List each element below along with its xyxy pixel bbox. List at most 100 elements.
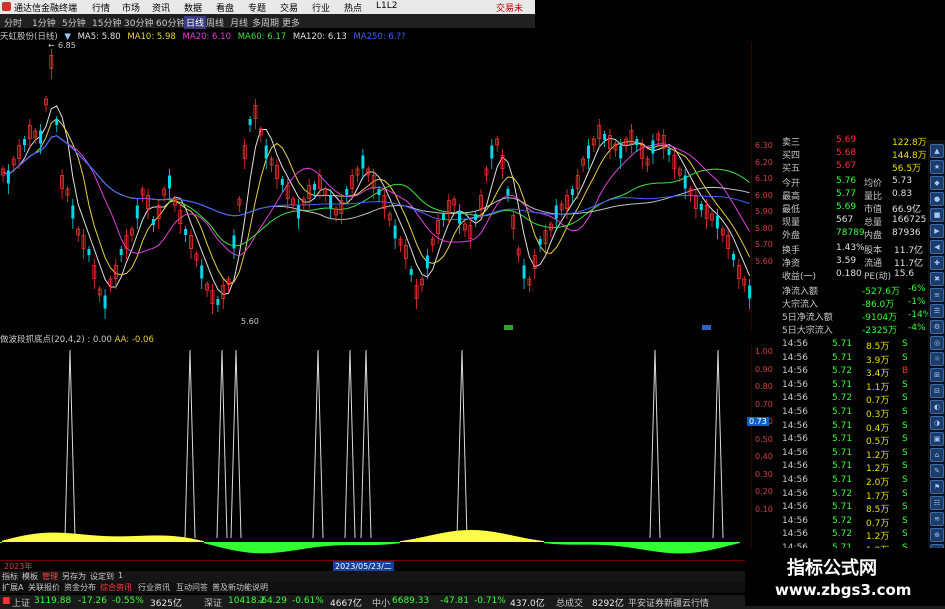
period-15min[interactable]: 15分钟 xyxy=(92,16,121,29)
indicator-bar xyxy=(494,532,496,542)
indicator-bar xyxy=(650,542,652,551)
menu-topic[interactable]: 专题 xyxy=(248,1,266,14)
toolbar-tool-icon[interactable]: ◀ xyxy=(930,240,944,254)
menu-data[interactable]: 数据 xyxy=(184,1,202,14)
menu-hot[interactable]: 热点 xyxy=(344,1,362,14)
menu-news[interactable]: 资讯 xyxy=(152,1,170,14)
tab-related[interactable]: 关联报价 xyxy=(28,582,60,593)
toolbar-tool-icon[interactable]: ⚑ xyxy=(930,480,944,494)
indicator-bar xyxy=(328,542,330,546)
toolbar-tool-icon[interactable]: ✎ xyxy=(930,464,944,478)
quote-ask-row[interactable]: 买四 5.68 144.8万 xyxy=(752,148,928,161)
indicator-bar xyxy=(34,533,36,542)
period-5min[interactable]: 5分钟 xyxy=(62,16,86,29)
period-timeshare[interactable]: 分时 xyxy=(4,16,22,29)
candle-body xyxy=(313,184,317,190)
indicator-bar xyxy=(450,531,452,542)
quote-ask-row[interactable]: 买五 5.67 56.5万 xyxy=(752,161,928,174)
period-multi[interactable]: 多周期 xyxy=(252,16,279,29)
indicator-bar xyxy=(502,533,504,542)
indicator-bar xyxy=(510,535,512,542)
toolbar-tool-icon[interactable]: ⊞ xyxy=(930,368,944,382)
toolbar-tool-icon[interactable]: ✖ xyxy=(930,272,944,286)
toolbar-tool-icon[interactable]: ⌂ xyxy=(930,448,944,462)
toolbar-tool-icon[interactable]: ◎ xyxy=(930,336,944,350)
candle-body xyxy=(329,195,333,209)
toolbar-tool-icon[interactable]: ☰ xyxy=(930,304,944,318)
menu-trade[interactable]: 交易 xyxy=(280,1,298,14)
tab-saveas[interactable]: 另存为 xyxy=(62,571,86,582)
period-more[interactable]: 更多 xyxy=(282,16,300,29)
event-mark-reduce[interactable] xyxy=(504,325,513,330)
tick-time: 14:56 xyxy=(782,434,808,445)
menu-watch[interactable]: 看盘 xyxy=(216,1,234,14)
toolbar-tool-icon[interactable]: ▣ xyxy=(930,432,944,446)
toolbar-tool-icon[interactable]: ☷ xyxy=(930,496,944,510)
indicator-bar xyxy=(398,542,400,544)
toolbar-tool-icon[interactable]: ✚ xyxy=(930,256,944,270)
toolbar-tool-icon[interactable]: ≋ xyxy=(930,512,944,526)
kline-chart[interactable]: 6.85 ← 5.60 xyxy=(0,42,752,330)
toolbar-tool-icon[interactable]: ● xyxy=(930,192,944,206)
tick-time: 14:56 xyxy=(782,461,808,472)
period-30min[interactable]: 30分钟 xyxy=(124,16,153,29)
menu-l1l2[interactable]: L1L2 xyxy=(376,1,397,11)
trade-button[interactable]: 交易未 xyxy=(496,1,523,14)
indicator-bar xyxy=(28,534,30,542)
menu-market[interactable]: 市场 xyxy=(122,1,140,14)
toolbar-tool-icon[interactable]: ◆ xyxy=(930,176,944,190)
toolbar-tool-icon[interactable]: ★ xyxy=(930,160,944,174)
indicator-bar xyxy=(414,538,416,542)
sz-label[interactable]: 深证 xyxy=(204,596,222,609)
toolbar-tool-icon[interactable]: ◑ xyxy=(930,416,944,430)
tab-template[interactable]: 模板 xyxy=(22,571,38,582)
sh-label[interactable]: 上证 xyxy=(12,596,30,609)
indicator-name[interactable]: 做波段抓底点(20,4,2) xyxy=(0,335,85,345)
tab-general-news[interactable]: 综合资讯 xyxy=(100,582,132,593)
tab-fund-dist[interactable]: 资金分布 xyxy=(64,582,96,593)
indicator-bar xyxy=(722,542,724,548)
tick-time: 14:56 xyxy=(782,447,808,458)
period-60min[interactable]: 60分钟 xyxy=(156,16,185,29)
sme-label[interactable]: 中小 xyxy=(372,596,390,609)
event-mark-finance[interactable] xyxy=(702,325,711,330)
fund-flow-key: 5日大宗流入 xyxy=(782,326,833,336)
toolbar-tool-icon[interactable]: ▶ xyxy=(930,224,944,238)
tick-volume: 2.0万 xyxy=(866,478,890,488)
tab-industry-news[interactable]: 行业资讯 xyxy=(138,582,170,593)
menu-quotes[interactable]: 行情 xyxy=(92,1,110,14)
quote-ask-price: 5.68 xyxy=(836,148,857,158)
period-daily[interactable]: 日线 xyxy=(184,16,207,29)
fund-flow-val: -9104万 xyxy=(862,313,898,323)
indicator-chart[interactable] xyxy=(0,345,752,560)
menu-industry[interactable]: 行业 xyxy=(312,1,330,14)
toolbar-tool-icon[interactable]: ☼ xyxy=(930,352,944,366)
quote-ask-row[interactable]: 卖三 5.69 122.8万 xyxy=(752,135,928,148)
period-1min[interactable]: 1分钟 xyxy=(32,16,56,29)
indicator-bar xyxy=(694,542,696,553)
indicator-bar xyxy=(668,542,670,554)
toolbar-tool-icon[interactable]: ■ xyxy=(930,208,944,222)
tab-setto[interactable]: 设定到 xyxy=(90,571,114,582)
indicator-bar xyxy=(418,537,420,542)
toolbar-tool-icon[interactable]: ▲ xyxy=(930,144,944,158)
toolbar-tool-icon[interactable]: ◐ xyxy=(930,400,944,414)
indicator-bar xyxy=(516,536,518,542)
period-monthly[interactable]: 月线 xyxy=(230,16,248,29)
toolbar-tool-icon[interactable]: ⊟ xyxy=(930,384,944,398)
toolbar-tool-icon[interactable]: ⊕ xyxy=(930,528,944,542)
toolbar-tool-icon[interactable]: ⚙ xyxy=(930,320,944,334)
indicator-bar xyxy=(150,535,152,542)
indicator-bar xyxy=(164,535,166,542)
tab-manage[interactable]: 管理 xyxy=(42,571,58,582)
tab-indicator[interactable]: 指标 xyxy=(2,571,18,582)
quote-stat-key1: 最低 xyxy=(782,205,801,215)
tab-new-feature[interactable]: 普及新功能说明 xyxy=(212,582,268,593)
candles xyxy=(1,49,752,319)
tab-expand[interactable]: 扩展A xyxy=(2,582,23,593)
indicator-bar xyxy=(530,539,532,542)
period-weekly[interactable]: 周线 xyxy=(206,16,224,29)
tab-one[interactable]: 1 xyxy=(118,571,123,580)
toolbar-tool-icon[interactable]: ≡ xyxy=(930,288,944,302)
tab-qa[interactable]: 互动问答 xyxy=(176,582,208,593)
